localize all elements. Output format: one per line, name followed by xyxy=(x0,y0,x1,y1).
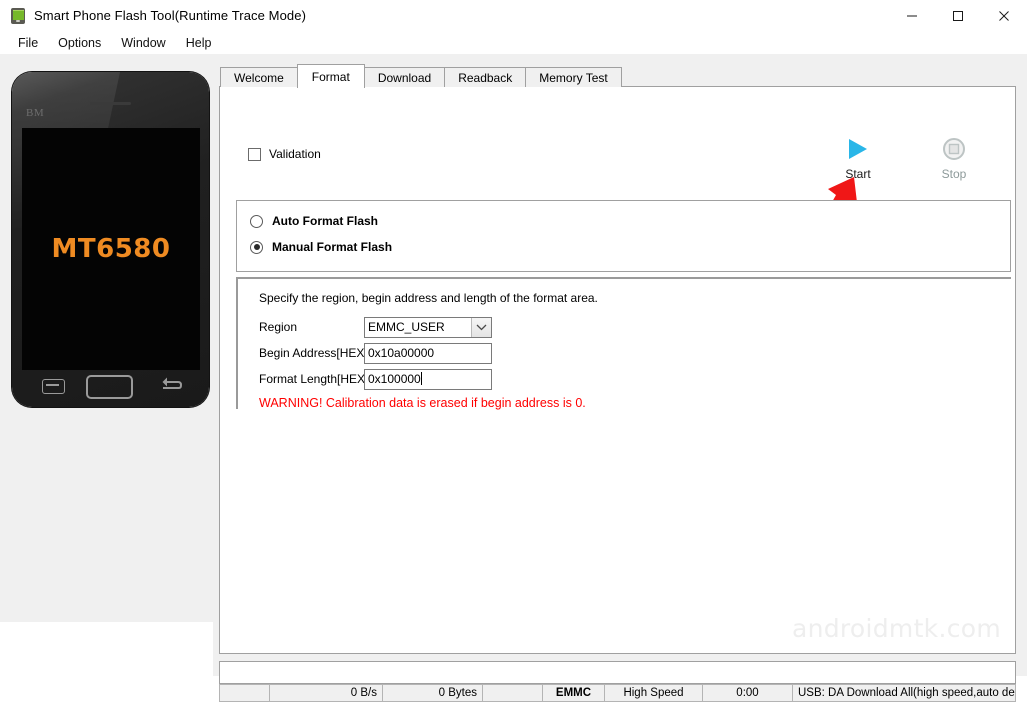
tab-readback[interactable]: Readback xyxy=(444,67,527,87)
start-button[interactable]: Start xyxy=(828,137,888,181)
format-mode-group: Auto Format Flash Manual Format Flash xyxy=(236,200,1011,272)
status-bar: 0 B/s 0 Bytes EMMC High Speed 0:00 USB: … xyxy=(219,684,1016,702)
phone-app-icon xyxy=(10,7,26,24)
format-length-value: 0x100000 xyxy=(368,371,421,386)
format-length-label: Format Length[HEX]: xyxy=(259,372,372,386)
status-cell-blank-2 xyxy=(483,684,543,702)
status-cell-speed: 0 B/s xyxy=(270,684,383,702)
status-cell-storage: EMMC xyxy=(543,684,605,702)
phone-illustration: BM MT6580 xyxy=(12,72,209,407)
window-title: Smart Phone Flash Tool(Runtime Trace Mod… xyxy=(34,8,307,23)
begin-address-row: Begin Address[HEX]: 0x10a00000 xyxy=(259,342,492,364)
begin-address-value: 0x10a00000 xyxy=(368,345,435,360)
status-cell-blank-1 xyxy=(220,684,270,702)
radio-manual-format-flash[interactable]: Manual Format Flash xyxy=(250,240,392,254)
phone-speaker-icon xyxy=(90,102,131,105)
region-select[interactable]: EMMC_USER xyxy=(364,316,492,338)
tab-memory-test[interactable]: Memory Test xyxy=(525,67,622,87)
tab-welcome[interactable]: Welcome xyxy=(220,67,298,87)
tab-strip: Welcome Format Download Readback Memory … xyxy=(220,64,622,88)
menu-item-help[interactable]: Help xyxy=(176,34,222,52)
tab-download[interactable]: Download xyxy=(363,67,446,87)
stop-button: Stop xyxy=(924,137,984,181)
chevron-down-icon[interactable] xyxy=(471,317,491,337)
checkbox-box[interactable] xyxy=(248,147,261,161)
radio-circle-selected[interactable] xyxy=(250,240,263,254)
play-triangle-icon xyxy=(849,139,867,159)
validation-label: Validation xyxy=(269,147,321,161)
home-key-icon xyxy=(86,375,133,399)
phone-brand-label: BM xyxy=(26,107,45,119)
phone-nav-row xyxy=(12,371,209,401)
status-cell-elapsed: 0:00 xyxy=(703,684,793,702)
window-controls xyxy=(889,0,1027,31)
menu-bar: File Options Window Help xyxy=(0,31,1027,54)
region-select-value: EMMC_USER xyxy=(368,319,445,334)
close-button[interactable] xyxy=(981,0,1027,31)
stop-square-icon xyxy=(943,138,965,160)
validation-checkbox[interactable]: Validation xyxy=(248,147,321,161)
format-length-row: Format Length[HEX]: 0x100000 xyxy=(259,368,492,390)
status-cell-mode: High Speed xyxy=(605,684,703,702)
tab-format[interactable]: Format xyxy=(296,64,365,88)
menu-item-window[interactable]: Window xyxy=(111,34,175,52)
format-tab-panel: androidmtk.com Validation Start Stop Aut… xyxy=(219,86,1016,654)
device-preview-panel: BM MT6580 xyxy=(0,54,213,622)
minimize-button[interactable] xyxy=(889,0,935,31)
title-bar: Smart Phone Flash Tool(Runtime Trace Mod… xyxy=(0,0,1027,32)
status-cell-connection: USB: DA Download All(high speed,auto det… xyxy=(793,684,1016,702)
site-watermark: androidmtk.com xyxy=(791,614,1001,643)
back-key-icon xyxy=(159,375,183,395)
log-output xyxy=(219,661,1016,684)
menu-item-file[interactable]: File xyxy=(8,34,48,52)
radio-label: Manual Format Flash xyxy=(272,240,393,254)
manual-format-hint: Specify the region, begin address and le… xyxy=(259,291,598,305)
chipset-label: MT6580 xyxy=(51,234,171,264)
region-label: Region xyxy=(259,320,298,334)
begin-address-input[interactable]: 0x10a00000 xyxy=(364,342,492,364)
menu-key-icon xyxy=(42,379,65,394)
radio-circle[interactable] xyxy=(250,214,263,228)
format-length-input[interactable]: 0x100000 xyxy=(364,368,492,390)
menu-item-options[interactable]: Options xyxy=(48,34,111,52)
manual-format-panel: Specify the region, begin address and le… xyxy=(236,277,1011,410)
begin-address-label: Begin Address[HEX]: xyxy=(259,346,372,360)
text-caret xyxy=(420,371,422,385)
warning-text: WARNING! Calibration data is erased if b… xyxy=(259,396,586,410)
phone-screen: MT6580 xyxy=(22,128,200,370)
stop-label: Stop xyxy=(941,167,967,181)
radio-auto-format-flash[interactable]: Auto Format Flash xyxy=(250,214,378,228)
main-area: Welcome Format Download Readback Memory … xyxy=(213,54,1027,702)
status-cell-bytes: 0 Bytes xyxy=(383,684,483,702)
region-row: Region EMMC_USER xyxy=(259,316,492,338)
start-label: Start xyxy=(845,167,871,181)
radio-label: Auto Format Flash xyxy=(272,214,379,228)
maximize-button[interactable] xyxy=(935,0,981,31)
